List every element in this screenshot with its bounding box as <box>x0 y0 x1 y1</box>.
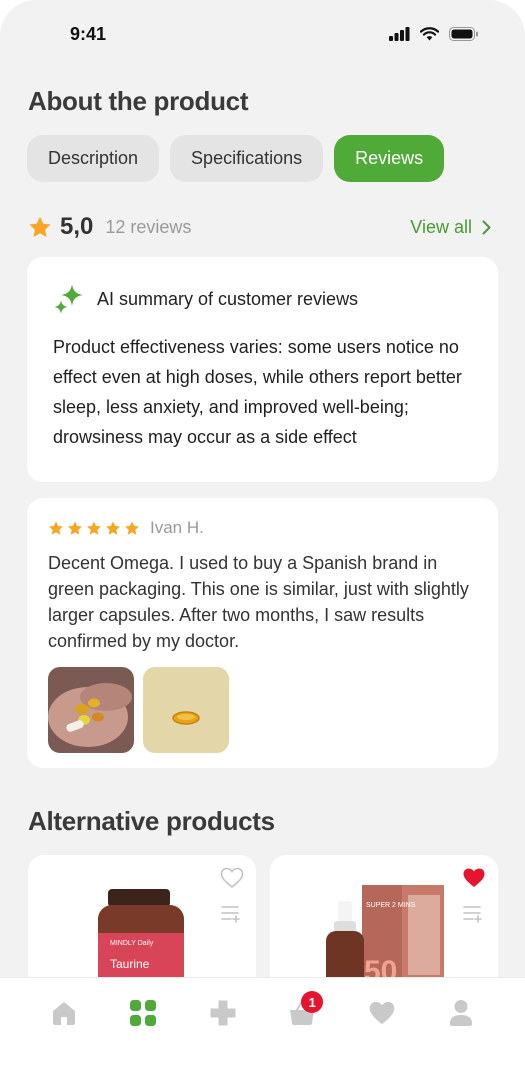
star-icon <box>68 521 82 535</box>
status-icons <box>389 27 479 41</box>
review-photos <box>48 667 477 753</box>
cart-badge: 1 <box>301 991 324 1013</box>
review-photo-pills-in-hand[interactable] <box>48 667 134 753</box>
view-all-link[interactable]: View all <box>410 217 491 238</box>
status-bar: 9:41 <box>0 0 525 70</box>
nav-favorites[interactable] <box>357 978 407 1048</box>
pharmacy-cross-icon <box>210 1000 236 1026</box>
add-to-list-icon[interactable] <box>221 905 243 923</box>
signal-icon <box>389 27 410 41</box>
tab-specifications[interactable]: Specifications <box>170 135 324 182</box>
star-icon <box>49 521 63 535</box>
ai-summary-title: AI summary of customer reviews <box>97 288 359 309</box>
app-screen: 9:41 About the product Description Speci… <box>0 0 525 1088</box>
about-title: About the product <box>28 86 249 116</box>
product-brand: MINDLY Daily <box>110 940 154 947</box>
bottom-nav: 1 <box>0 977 525 1088</box>
tab-description[interactable]: Description <box>27 135 160 182</box>
reviewer-name: Ivan H. <box>150 518 204 537</box>
review-header: Ivan H. <box>48 518 477 538</box>
wifi-icon <box>420 27 439 41</box>
nav-pharmacy[interactable] <box>198 978 248 1048</box>
nav-catalog[interactable] <box>118 978 168 1048</box>
nav-basket[interactable]: 1 <box>277 978 327 1048</box>
nav-profile[interactable] <box>436 978 486 1048</box>
review-card: Ivan H. Decent Omega. I used to buy a Sp… <box>27 498 498 768</box>
star-icon <box>29 216 51 237</box>
chevron-right-icon <box>482 220 491 234</box>
review-text: Decent Omega. I used to buy a Spanish br… <box>48 553 469 651</box>
rating-summary: 5,0 12 reviews View all <box>28 210 491 244</box>
ai-summary-card: AI summary of customer reviews Product e… <box>27 257 498 482</box>
ai-summary-text: Product effectiveness varies: some users… <box>53 337 462 447</box>
review-stars <box>48 521 140 536</box>
review-count: 12 reviews <box>105 216 192 237</box>
tab-reviews[interactable]: Reviews <box>334 135 445 182</box>
star-icon <box>87 521 101 535</box>
product-name: Taurine <box>110 957 150 971</box>
battery-icon <box>449 27 478 41</box>
profile-icon <box>450 1000 473 1026</box>
sparkle-icon <box>54 284 83 314</box>
catalog-icon <box>130 1000 157 1026</box>
rating-value: 5,0 <box>60 213 94 240</box>
alternatives-title: Alternative products <box>28 806 275 836</box>
view-all-label: View all <box>410 216 472 237</box>
product-tabs: Description Specifications Reviews <box>27 135 445 182</box>
star-icon <box>125 521 139 535</box>
heart-icon <box>369 1001 394 1025</box>
status-time: 9:41 <box>70 24 107 44</box>
heart-filled-icon[interactable] <box>462 867 486 889</box>
ai-summary-header: AI summary of customer reviews <box>53 283 472 315</box>
home-icon <box>52 1002 75 1025</box>
heart-outline-icon[interactable] <box>220 867 244 889</box>
nav-home[interactable] <box>39 978 89 1048</box>
add-to-list-icon[interactable] <box>463 905 485 923</box>
review-photo-capsule[interactable] <box>143 667 229 753</box>
star-icon <box>106 521 120 535</box>
product-brand: SUPER 2 MINS <box>366 902 416 909</box>
